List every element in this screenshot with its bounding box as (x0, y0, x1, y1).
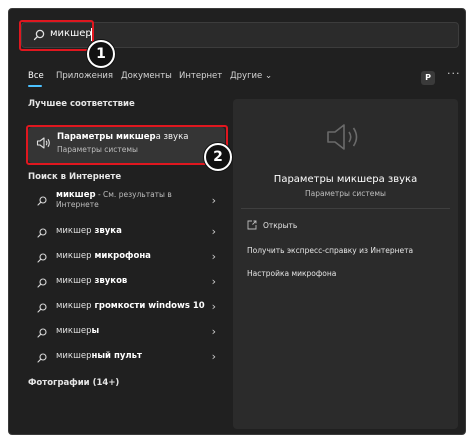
search-icon (37, 353, 47, 363)
web-result-label: микшер звуков (56, 276, 128, 286)
tab-more[interactable]: Другие ⌄ (230, 71, 272, 81)
web-result-label: микшерный пульт (56, 351, 142, 361)
web-result-row[interactable]: микшер звука › (28, 222, 226, 244)
step-badge-2: 2 (204, 143, 232, 171)
step-badge-1: 1 (87, 40, 115, 68)
web-result-row[interactable]: микшер звуков › (28, 272, 226, 294)
web-result-row[interactable]: микшер громкости windows 10 › (28, 297, 226, 319)
web-result-row[interactable]: микшер - См. результаты в Интернете › (28, 187, 226, 215)
chevron-right-icon: › (211, 275, 216, 288)
web-result-row[interactable]: микшер микрофона › (28, 247, 226, 269)
chevron-right-icon: › (211, 225, 216, 238)
web-result-row[interactable]: микшеры › (28, 322, 226, 344)
search-icon (37, 328, 47, 338)
open-action[interactable]: Открыть (263, 221, 297, 230)
search-icon (37, 253, 47, 263)
web-result-label: микшер звука (56, 226, 122, 236)
tab-web[interactable]: Интернет (179, 71, 222, 81)
web-result-label: микшер - См. результаты в Интернете (56, 190, 172, 209)
mic-setup-action[interactable]: Настройка микрофона (247, 269, 336, 278)
detail-panel: Параметры микшера звука Параметры систем… (233, 99, 458, 429)
search-icon (37, 196, 47, 206)
avatar[interactable]: P (421, 71, 435, 85)
search-icon (37, 228, 47, 238)
more-options-icon[interactable]: ··· (447, 67, 461, 80)
search-window: микшер Все Приложения Документы Интернет… (8, 8, 466, 435)
open-external-icon (247, 220, 257, 230)
chevron-right-icon: › (211, 325, 216, 338)
web-result-label: микшер громкости windows 10 (56, 301, 205, 311)
chevron-right-icon: › (211, 194, 216, 207)
chevron-right-icon: › (211, 300, 216, 313)
speaker-icon (327, 124, 358, 150)
highlight-frame (19, 20, 94, 51)
chevron-right-icon: › (211, 250, 216, 263)
tab-apps[interactable]: Приложения (56, 71, 113, 81)
active-tab-indicator (28, 85, 42, 87)
chevron-right-icon: › (211, 350, 216, 363)
tab-documents[interactable]: Документы (121, 71, 172, 81)
divider (241, 208, 450, 209)
web-result-label: микшеры (56, 326, 100, 336)
search-icon (37, 278, 47, 288)
web-result-label: микшер микрофона (56, 251, 151, 261)
chevron-down-icon: ⌄ (265, 71, 273, 81)
detail-title: Параметры микшера звука (273, 174, 418, 185)
web-help-action[interactable]: Получить экспресс-справку из Интернета (247, 246, 413, 255)
web-result-row[interactable]: микшерный пульт › (28, 347, 226, 369)
photos-heading[interactable]: Фотографии (14+) (28, 378, 119, 388)
web-search-heading: Поиск в Интернете (28, 172, 122, 182)
tab-all[interactable]: Все (28, 71, 44, 81)
highlight-frame (26, 125, 228, 165)
search-icon (37, 303, 47, 313)
best-match-heading: Лучшее соответствие (28, 99, 135, 109)
detail-subtitle: Параметры системы (305, 189, 386, 198)
